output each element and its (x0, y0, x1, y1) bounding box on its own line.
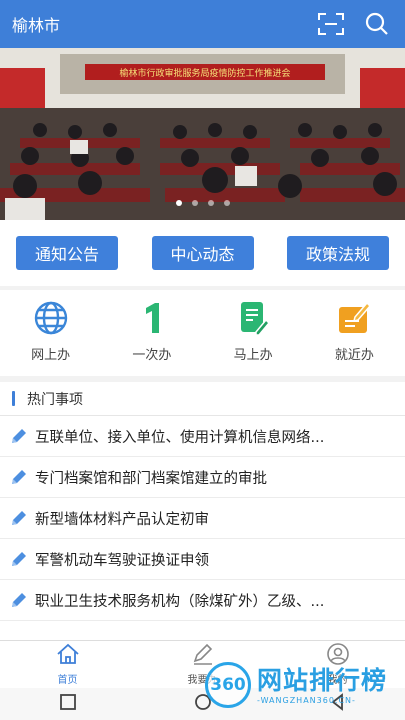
list-item-text: 军警机动车驾驶证换证申领 (35, 552, 209, 569)
quick-immediate[interactable]: 马上办 (213, 298, 293, 376)
list-item[interactable]: 专门档案馆和部门档案馆建立的审批 (0, 457, 405, 498)
watermark-logo: 360 (205, 662, 251, 708)
quick-label: 马上办 (233, 348, 273, 363)
list-item-text: 专门档案馆和部门档案馆建立的审批 (35, 470, 267, 487)
quick-label: 网上办 (31, 348, 71, 363)
watermark-main: 网站排行榜 (257, 665, 388, 695)
page-title: 榆林市 (12, 16, 61, 35)
notice-button[interactable]: 通知公告 (16, 236, 118, 270)
pencil-icon (10, 591, 30, 609)
list-item[interactable]: 互联单位、接入单位、使用计算机信息网络... (0, 416, 405, 457)
pencil-icon (10, 550, 30, 568)
quick-nearby[interactable]: 就近办 (314, 298, 394, 376)
hot-items-section: 热门事项 互联单位、接入单位、使用计算机信息网络... 专门档案馆和部门档案馆建… (0, 382, 405, 640)
list-item[interactable]: 新型墙体材料产品认定初审 (0, 498, 405, 539)
number-one-icon (132, 298, 172, 338)
hot-items-header: 热门事项 (0, 382, 405, 416)
list-item-text: 职业卫生技术服务机构（除煤矿外）乙级、... (35, 593, 325, 610)
square-icon[interactable] (59, 693, 77, 715)
category-buttons: 通知公告 中心动态 政策法规 (0, 220, 405, 286)
banner-image: 榆林市行政审批服务局疫情防控工作推进会 (0, 48, 405, 220)
hot-items-title: 热门事项 (27, 391, 83, 408)
list-item[interactable]: 职业卫生技术服务机构（除煤矿外）乙级、... (0, 580, 405, 621)
carousel-dot[interactable] (175, 200, 182, 206)
quick-label: 就近办 (334, 348, 374, 363)
quick-online[interactable]: 网上办 (11, 298, 91, 376)
carousel-indicator (0, 200, 405, 206)
scan-icon[interactable] (315, 8, 347, 40)
document-edit-icon (233, 298, 273, 338)
quick-once[interactable]: 一次办 (112, 298, 192, 376)
list-item-text: 新型墙体材料产品认定初审 (35, 511, 209, 528)
banner-caption: 榆林市行政审批服务局疫情防控工作推进会 (119, 67, 290, 79)
pencil-icon (10, 468, 30, 486)
watermark: 360 网站排行榜 -WANGZHAN360.CN- (205, 662, 387, 708)
globe-icon (31, 298, 71, 338)
watermark-sub: -WANGZHAN360.CN- (257, 695, 356, 705)
carousel-dot[interactable] (223, 200, 230, 206)
list-item[interactable]: 军警机动车驾驶证换证申领 (0, 539, 405, 580)
banner-carousel[interactable]: 榆林市行政审批服务局疫情防控工作推进会 (0, 48, 405, 220)
nav-label: 首页 (57, 675, 78, 686)
home-icon (56, 643, 80, 669)
search-icon[interactable] (361, 8, 393, 40)
form-pen-icon (334, 298, 374, 338)
list-item-text: 互联单位、接入单位、使用计算机信息网络... (35, 429, 325, 446)
policy-button[interactable]: 政策法规 (287, 236, 389, 270)
carousel-dot[interactable] (207, 200, 214, 206)
pencil-icon (10, 427, 30, 445)
app-header: 榆林市 (0, 0, 405, 48)
quick-services: 网上办 一次办 马上办 就近办 (0, 290, 405, 376)
quick-label: 一次办 (132, 348, 172, 363)
pencil-icon (10, 509, 30, 527)
center-news-button[interactable]: 中心动态 (151, 236, 254, 270)
section-marker (12, 391, 15, 406)
nav-home[interactable]: 首页 (28, 643, 108, 686)
carousel-dot[interactable] (191, 200, 198, 206)
